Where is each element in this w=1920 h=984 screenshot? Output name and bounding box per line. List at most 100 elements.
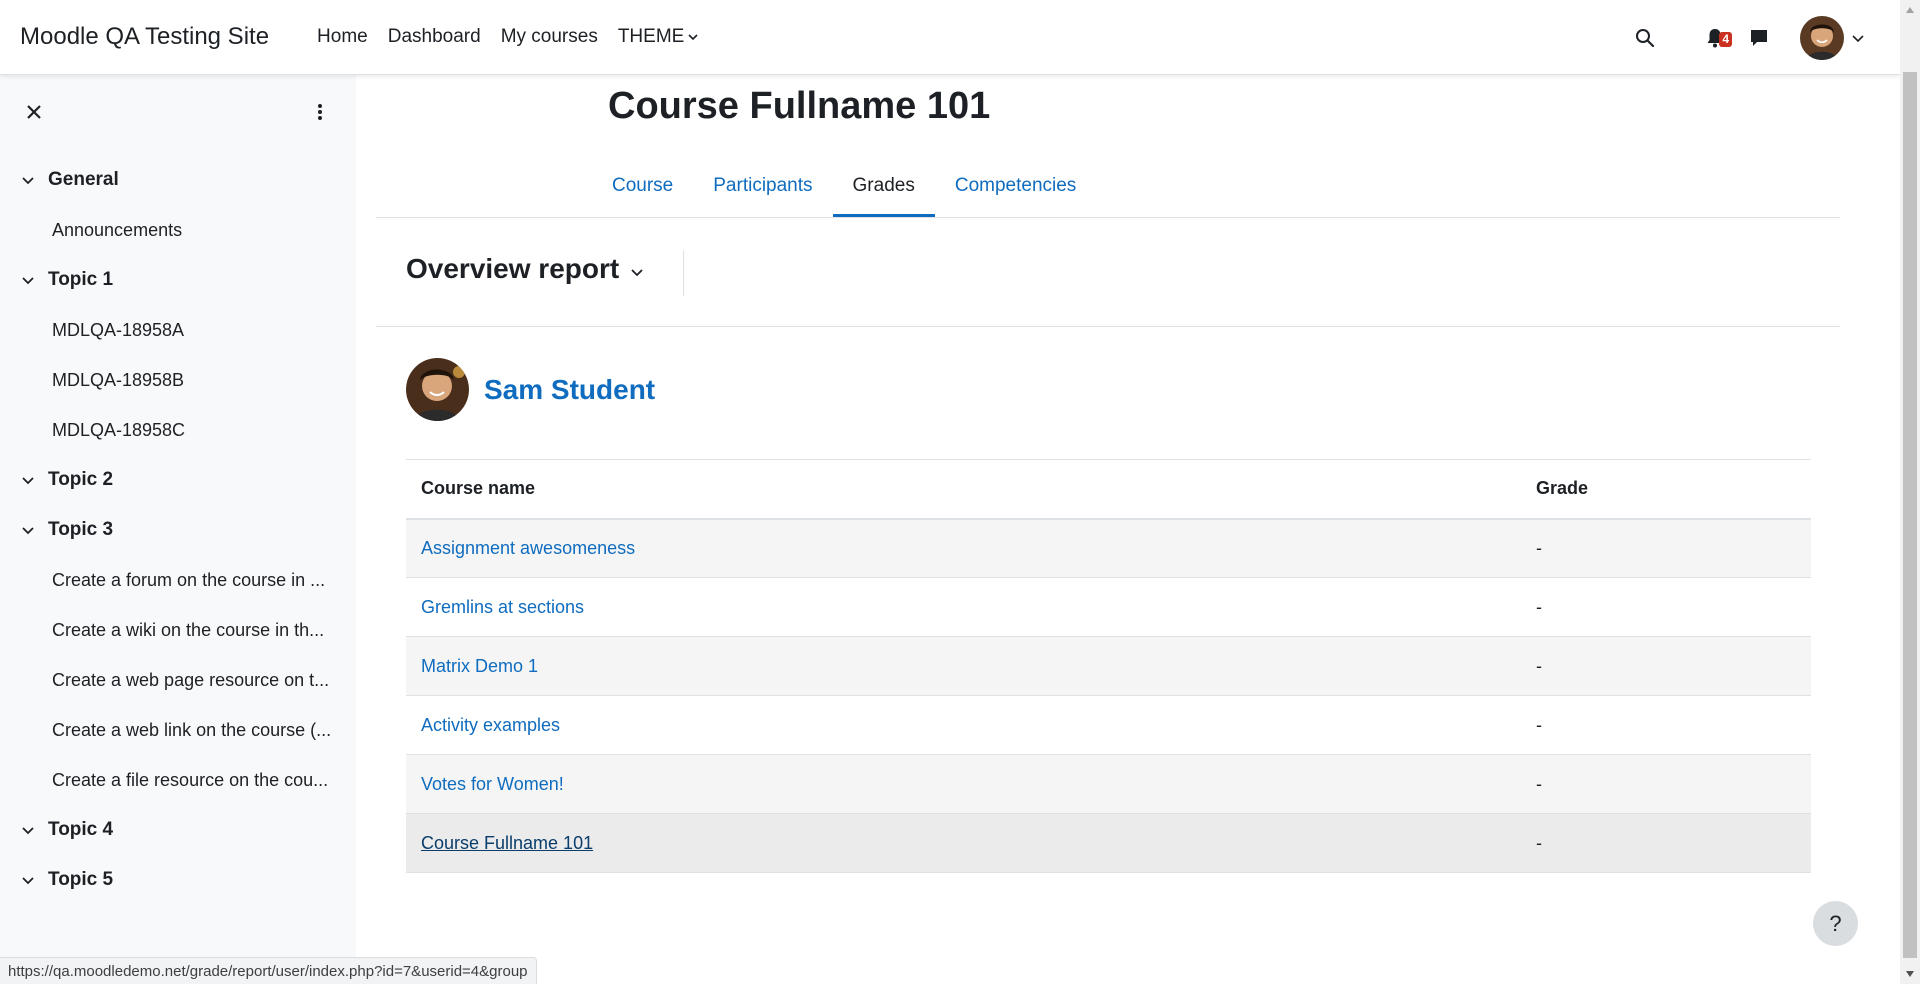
nav-my-courses[interactable]: My courses (491, 26, 608, 48)
course-name-cell: Course Fullname 101 (406, 813, 1521, 873)
section-toggle[interactable]: Topic 5 (0, 855, 356, 905)
course-index-drawer: General Announcements Topic 1 MDLQA-18958A M… (0, 75, 356, 984)
triangle-down-icon (1906, 971, 1914, 977)
activity-link[interactable]: Create a web link on the course (... (0, 705, 356, 755)
report-title: Overview report (406, 253, 620, 284)
column-header-course-name: Course name (421, 478, 536, 499)
close-icon (27, 105, 41, 119)
grades-overview-table: Course name Grade Assignment awesomeness… (406, 459, 1811, 873)
activity-link[interactable]: Create a web page resource on t... (0, 655, 356, 705)
user-avatar (1800, 15, 1844, 60)
grade-cell: - (1521, 813, 1811, 873)
course-name-cell: Votes for Women! (406, 754, 1521, 814)
scroll-up-arrow[interactable] (1900, 0, 1920, 20)
course-section: Topic 2 (0, 455, 356, 505)
grade-cell: - (1521, 577, 1811, 637)
course-section: Topic 5 (0, 855, 356, 905)
course-name-cell: Activity examples (406, 695, 1521, 755)
notifications-button[interactable]: 4 (1700, 23, 1732, 53)
chevron-down-icon (20, 172, 36, 188)
site-brand[interactable]: Moodle QA Testing Site (20, 23, 269, 51)
page-title: Course Fullname 101 (608, 85, 991, 127)
course-link[interactable]: Votes for Women! (421, 774, 564, 794)
top-navbar: Moodle QA Testing Site Home Dashboard My… (0, 0, 1900, 75)
activity-link[interactable]: Announcements (0, 205, 356, 255)
course-link[interactable]: Assignment awesomeness (421, 538, 635, 558)
section-title: Topic 3 (48, 519, 114, 540)
section-title: General (48, 169, 119, 190)
table-row: Activity examples - (406, 695, 1811, 755)
user-heading: Sam Student (406, 358, 655, 421)
chevron-down-icon (20, 472, 36, 488)
messages-button[interactable] (1744, 23, 1774, 53)
user-name-link[interactable]: Sam Student (484, 374, 655, 406)
table-row: Course Fullname 101 - (406, 813, 1811, 873)
chevron-down-icon (20, 822, 36, 838)
tab-course[interactable]: Course (592, 155, 693, 217)
activity-link[interactable]: MDLQA-18958B (0, 355, 356, 405)
table-row: Votes for Women! - (406, 754, 1811, 814)
chevron-down-icon (20, 522, 36, 538)
tab-competencies[interactable]: Competencies (935, 155, 1096, 217)
tab-participants[interactable]: Participants (693, 155, 832, 217)
drawer-header (0, 75, 356, 149)
page-scrollbar[interactable] (1900, 0, 1920, 984)
secondary-navigation: Course Participants Grades Competencies (592, 155, 1096, 217)
section-toggle[interactable]: General (0, 155, 356, 205)
column-header-grade: Grade (1536, 478, 1589, 499)
help-button[interactable]: ? (1813, 901, 1858, 946)
divider (376, 217, 1840, 218)
nav-theme-label: THEME (617, 26, 685, 47)
nav-dashboard[interactable]: Dashboard (378, 26, 491, 48)
section-title: Topic 2 (48, 469, 114, 490)
grades-table-body: Assignment awesomeness - Gremlins at secti… (406, 518, 1811, 873)
grade-cell: - (1521, 518, 1811, 578)
activity-link[interactable]: MDLQA-18958C (0, 405, 356, 455)
course-index: General Announcements Topic 1 MDLQA-18958A M… (0, 149, 356, 905)
nav-theme-dropdown[interactable]: THEME (608, 26, 709, 48)
close-drawer-button[interactable] (22, 100, 46, 124)
user-menu-toggle[interactable] (1800, 15, 1864, 60)
notification-count-badge: 4 (1719, 31, 1732, 47)
kebab-menu-icon (318, 104, 322, 120)
section-toggle[interactable]: Topic 2 (0, 455, 356, 505)
course-link[interactable]: Activity examples (421, 715, 560, 735)
chevron-down-icon (20, 272, 36, 288)
course-section: Topic 4 (0, 805, 356, 855)
section-toggle[interactable]: Topic 3 (0, 505, 356, 555)
section-toggle[interactable]: Topic 1 (0, 255, 356, 305)
report-selector-dropdown[interactable]: Overview report (406, 253, 643, 285)
scrollbar-thumb[interactable] (1903, 72, 1917, 958)
course-section: Topic 3 Create a forum on the course in .… (0, 505, 356, 805)
drawer-options-button[interactable] (308, 100, 332, 124)
section-title: Topic 4 (48, 819, 114, 840)
course-link[interactable]: Course Fullname 101 (421, 833, 593, 853)
course-section: General Announcements (0, 155, 356, 255)
search-button[interactable] (1630, 23, 1660, 53)
navbar-actions: 4 (1630, 0, 1900, 75)
activity-link[interactable]: Create a forum on the course in ... (0, 555, 356, 605)
course-section: Topic 1 MDLQA-18958A MDLQA-18958B MDLQA-189… (0, 255, 356, 455)
user-avatar[interactable] (406, 358, 469, 421)
chevron-down-icon (20, 872, 36, 888)
chevron-down-icon (1852, 34, 1864, 42)
section-toggle[interactable]: Topic 4 (0, 805, 356, 855)
course-name-cell: Assignment awesomeness (406, 518, 1521, 578)
course-link[interactable]: Gremlins at sections (421, 597, 584, 617)
course-name-cell: Matrix Demo 1 (406, 636, 1521, 696)
activity-link[interactable]: MDLQA-18958A (0, 305, 356, 355)
nav-home[interactable]: Home (307, 26, 378, 48)
scroll-down-arrow[interactable] (1900, 964, 1920, 984)
chevron-down-icon (631, 269, 643, 277)
course-link[interactable]: Matrix Demo 1 (421, 656, 538, 676)
table-row: Matrix Demo 1 - (406, 636, 1811, 696)
activity-link[interactable]: Create a wiki on the course in th... (0, 605, 356, 655)
triangle-up-icon (1906, 7, 1914, 13)
tab-grades[interactable]: Grades (832, 155, 936, 217)
section-title: Topic 5 (48, 869, 114, 890)
message-bubble-icon (1751, 29, 1767, 46)
table-header-row: Course name Grade (406, 459, 1811, 519)
activity-link[interactable]: Create a file resource on the cou... (0, 755, 356, 805)
table-row: Assignment awesomeness - (406, 518, 1811, 578)
status-bar-url: https://qa.moodledemo.net/grade/report/u… (0, 957, 537, 984)
